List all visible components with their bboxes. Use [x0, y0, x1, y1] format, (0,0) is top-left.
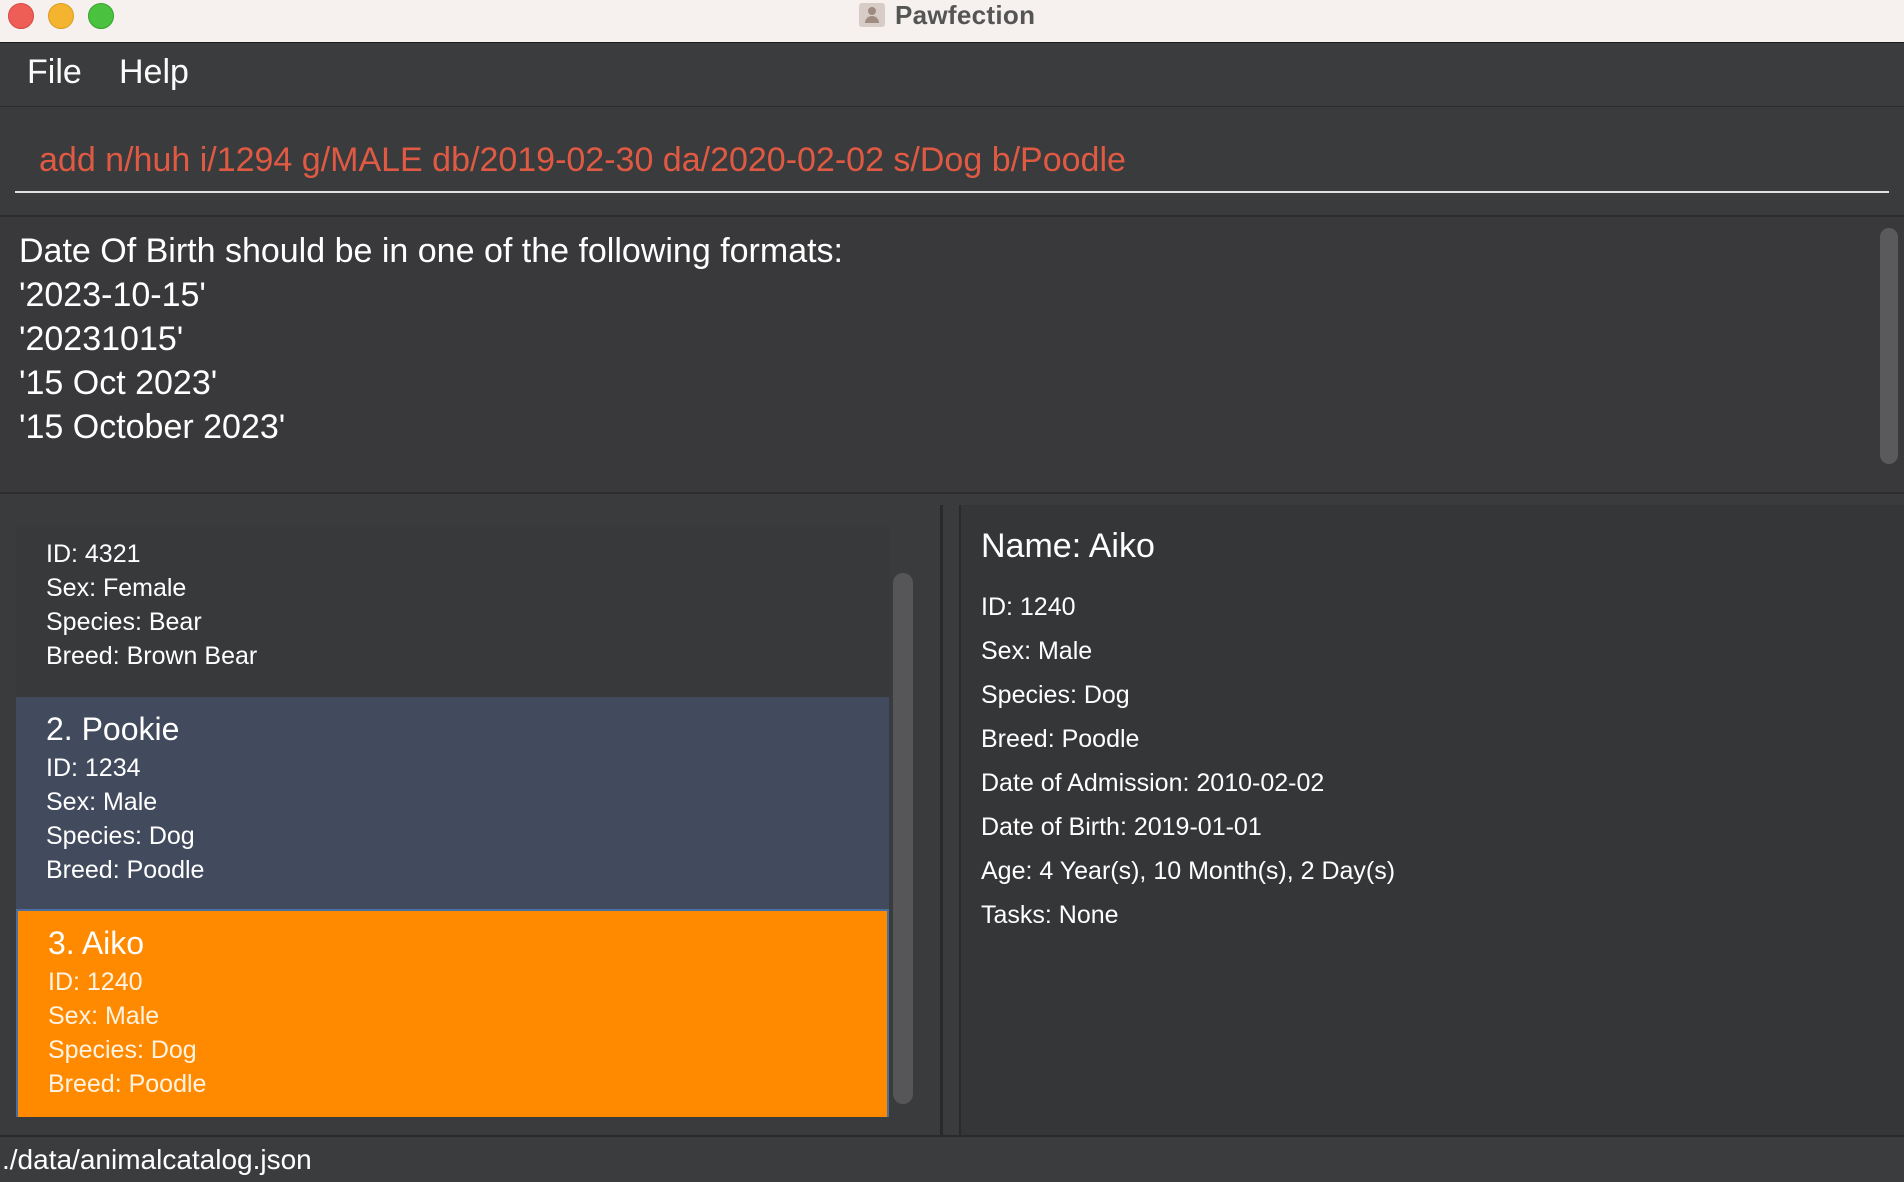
detail-name: Name: Aiko [981, 527, 1155, 565]
close-window-icon[interactable] [8, 3, 34, 29]
animal-detail-panel: Name: Aiko ID: 1240 Sex: Male Species: D… [959, 505, 1904, 1135]
detail-sex: Sex: Male [981, 637, 1093, 665]
menu-help[interactable]: Help [119, 53, 189, 92]
result-line: Date Of Birth should be in one of the fo… [19, 232, 844, 270]
animal-card-breed: Breed: Poodle [48, 1070, 207, 1098]
result-message: Date Of Birth should be in one of the fo… [19, 229, 1859, 449]
detail-id: ID: 1240 [981, 593, 1076, 621]
pane-divider[interactable] [943, 505, 959, 1135]
window-title-group: Pawfection [859, 0, 1035, 30]
animal-card-bear[interactable]: 1. Bear ID: 4321 Sex: Female Species: Be… [16, 527, 889, 697]
command-box [0, 107, 1904, 212]
status-bar: ./data/animalcatalog.json [0, 1135, 1904, 1182]
detail-species: Species: Dog [981, 681, 1130, 709]
animal-card-breed: Breed: Poodle [46, 856, 205, 884]
animal-card-sex: Sex: Female [46, 574, 187, 602]
animal-card-sex: Sex: Male [48, 1002, 160, 1030]
maximize-window-icon[interactable] [88, 3, 114, 29]
detail-breed: Breed: Poodle [981, 725, 1140, 753]
detail-tasks: Tasks: None [981, 901, 1119, 929]
animal-card-title: 2. Pookie [46, 711, 180, 747]
menu-file[interactable]: File [27, 53, 82, 92]
result-display: Date Of Birth should be in one of the fo… [0, 215, 1904, 494]
animal-list-panel: 1. Bear ID: 4321 Sex: Female Species: Be… [0, 505, 943, 1135]
detail-fields: ID: 1240 Sex: Male Species: Dog Breed: P… [981, 585, 1395, 937]
animal-card-breed: Breed: Brown Bear [46, 642, 258, 670]
animal-card-title: 1. Bear [46, 527, 889, 537]
animal-card-id: ID: 1240 [48, 968, 143, 996]
detail-admission-date: Date of Admission: 2010-02-02 [981, 769, 1325, 797]
animal-card-species: Species: Dog [48, 1036, 197, 1064]
app-person-icon [859, 3, 885, 27]
result-line: '15 October 2023' [19, 408, 286, 446]
menu-bar: File Help [0, 43, 1904, 107]
result-line: '15 Oct 2023' [19, 364, 218, 402]
animal-card-pookie[interactable]: 2. Pookie ID: 1234 Sex: Male Species: Do… [16, 697, 889, 909]
result-line: '2023-10-15' [19, 276, 206, 314]
title-bar: Pawfection [0, 0, 1904, 43]
animal-list-scrollbar[interactable] [893, 573, 913, 1104]
animal-card-species: Species: Dog [46, 822, 195, 850]
detail-birth-date: Date of Birth: 2019-01-01 [981, 813, 1262, 841]
command-input[interactable] [15, 129, 1889, 193]
result-scrollbar[interactable] [1880, 228, 1898, 464]
animal-card-id: ID: 4321 [46, 540, 141, 568]
minimize-window-icon[interactable] [48, 3, 74, 29]
animal-card-species: Species: Bear [46, 608, 202, 636]
animal-card-title: 3. Aiko [48, 925, 145, 961]
detail-age: Age: 4 Year(s), 10 Month(s), 2 Day(s) [981, 857, 1396, 885]
animal-card-sex: Sex: Male [46, 788, 158, 816]
window-title: Pawfection [895, 0, 1036, 30]
animal-card-aiko[interactable]: 3. Aiko ID: 1240 Sex: Male Species: Dog … [16, 909, 889, 1117]
data-file-path: ./data/animalcatalog.json [2, 1144, 312, 1175]
animal-card-id: ID: 1234 [46, 754, 141, 782]
animal-list[interactable]: 1. Bear ID: 4321 Sex: Female Species: Be… [16, 527, 889, 1117]
result-line: '20231015' [19, 320, 184, 358]
